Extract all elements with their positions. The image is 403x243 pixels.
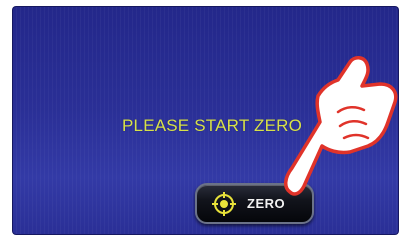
zero-prompt-message: PLEASE START ZERO bbox=[122, 116, 303, 135]
zero-button-label: ZERO bbox=[247, 196, 286, 211]
zero-button[interactable]: ZERO bbox=[195, 183, 314, 224]
target-crosshair-icon bbox=[211, 191, 237, 217]
device-screen: PLEASE START ZERO ZERO bbox=[12, 6, 399, 235]
